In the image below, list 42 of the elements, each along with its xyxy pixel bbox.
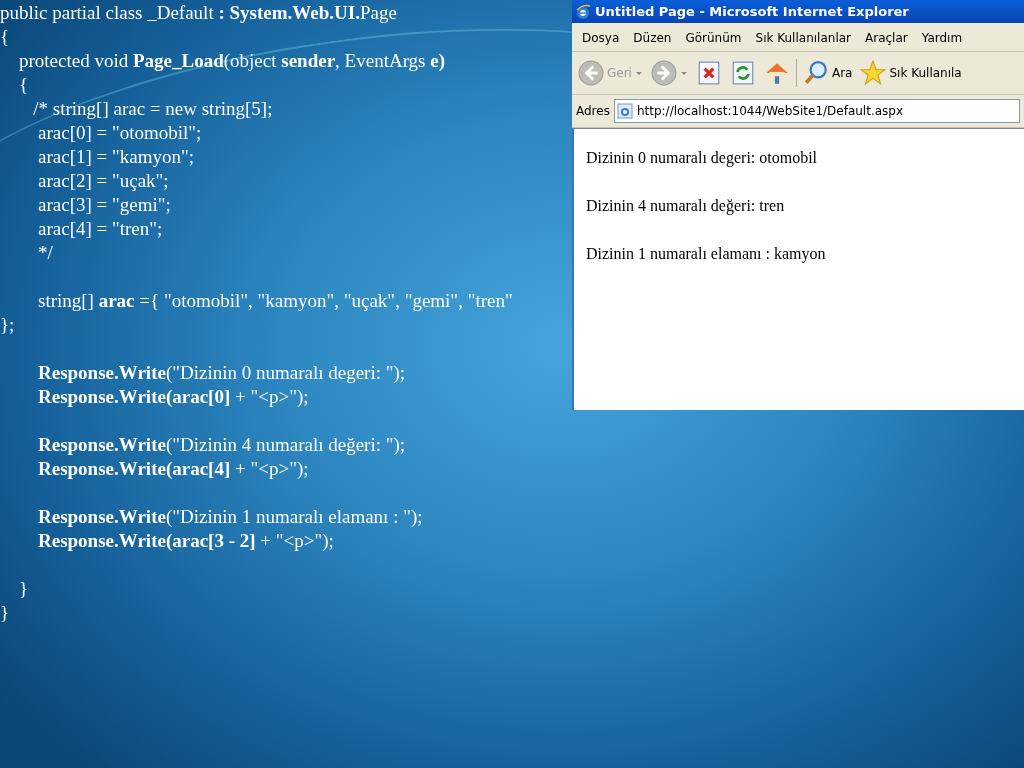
code-line: } bbox=[18, 577, 30, 601]
code-line: }; bbox=[0, 313, 16, 337]
menu-item[interactable]: Düzen bbox=[627, 29, 678, 47]
address-field[interactable]: http://localhost:1044/WebSite1/Default.aspx bbox=[613, 99, 1020, 123]
code-line: /* string[] arac = new string[5]; bbox=[32, 97, 274, 121]
output-line: Dizinin 4 numaralı değeri: tren bbox=[586, 197, 786, 215]
caret-icon bbox=[679, 69, 688, 77]
code-line: arac[1] = "kamyon"; bbox=[37, 145, 195, 169]
menu-item[interactable]: Dosya bbox=[576, 29, 626, 47]
menu-item[interactable]: Görünüm bbox=[679, 29, 748, 47]
menu-item[interactable]: Araçlar bbox=[859, 29, 914, 47]
code-line: Response.Write("Dizinin 4 numaralı değeri: "); bbox=[37, 433, 407, 457]
address-label: Adres bbox=[576, 104, 610, 118]
window-title: Untitled Page - Microsoft Internet Explorer bbox=[595, 4, 909, 19]
code-line: arac[4] = "tren"; bbox=[37, 217, 164, 241]
code-line: { bbox=[18, 73, 30, 97]
code-line: { bbox=[0, 25, 11, 49]
star-icon bbox=[860, 60, 887, 86]
output-line: Dizinin 0 numaralı degeri: otomobil bbox=[586, 149, 819, 167]
code-line: Response.Write(arac[0] + "<p>"); bbox=[37, 385, 310, 409]
code-line: arac[2] = "uçak"; bbox=[37, 169, 170, 193]
code-line: public partial class _Default : System.Web.UI.Page bbox=[0, 1, 398, 25]
favorites-button[interactable]: Sık Kullanıla bbox=[858, 58, 964, 88]
code-line: Response.Write("Dizinin 1 numaralı elamanı : "); bbox=[37, 505, 424, 529]
code-line: arac[3] = "gemi"; bbox=[37, 193, 172, 217]
code-line: protected void Page_Load(object sender, EventArgs e) bbox=[18, 49, 447, 73]
forward-button[interactable] bbox=[648, 58, 690, 88]
menu-item[interactable]: Yardım bbox=[915, 29, 969, 47]
caret-icon bbox=[634, 69, 643, 77]
search-icon bbox=[802, 60, 829, 86]
code-line: string[] arac ={ "otomobil", "kamyon", "uçak", "gemi", "tren" bbox=[37, 289, 513, 313]
search-button[interactable]: Ara bbox=[800, 58, 855, 88]
menu-item[interactable]: Sık Kullanılanlar bbox=[749, 29, 857, 47]
code-line: } bbox=[0, 601, 11, 625]
output-line: Dizinin 1 numaralı elamanı : kamyon bbox=[586, 245, 827, 263]
browser-logo-icon bbox=[575, 3, 591, 20]
code-line: arac[0] = "otomobil"; bbox=[37, 121, 203, 145]
code-line: Response.Write(arac[3 - 2] + "<p>"); bbox=[37, 529, 335, 553]
page-icon bbox=[616, 103, 633, 119]
code-line: */ bbox=[37, 241, 54, 265]
code-line: Response.Write(arac[4] + "<p>"); bbox=[37, 457, 310, 481]
code-line: Response.Write("Dizinin 0 numaralı degeri: "); bbox=[37, 361, 407, 385]
